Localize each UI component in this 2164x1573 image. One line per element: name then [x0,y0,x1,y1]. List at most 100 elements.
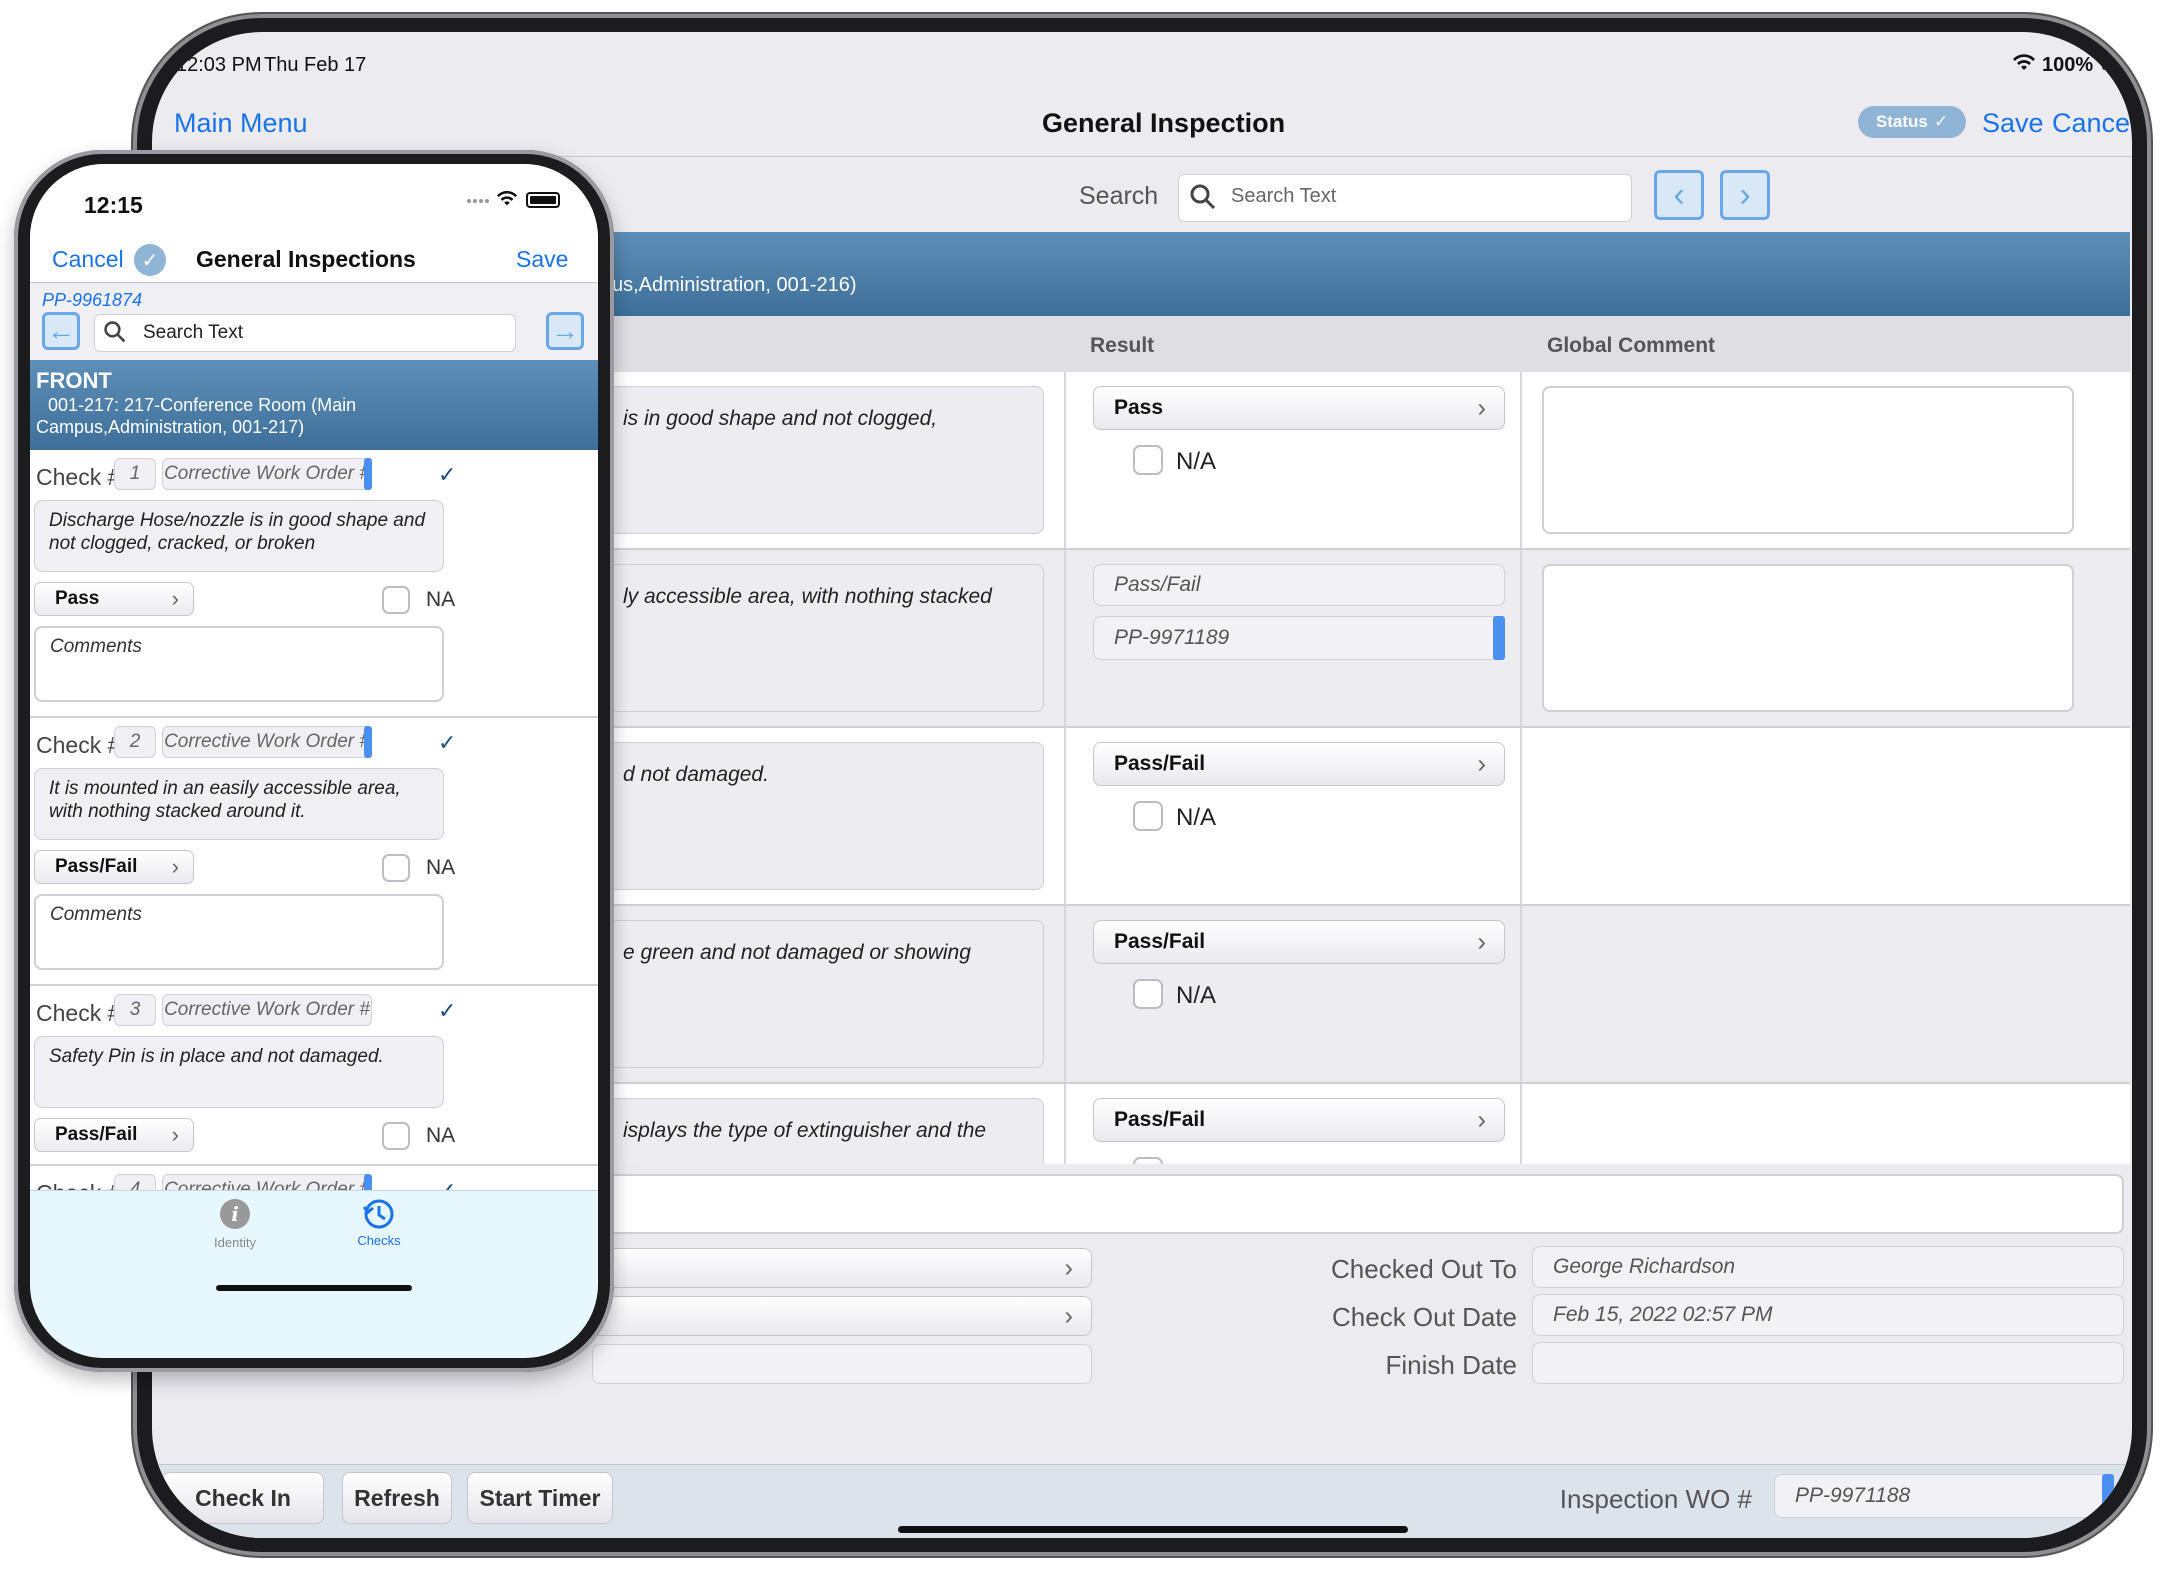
page-title: General Inspection [1042,108,1286,138]
tab-checks[interactable]: Checks [344,1197,414,1248]
form-select[interactable]: › [592,1296,1092,1336]
check-card: Check # 2 Corrective Work Order # ✓ It i… [30,718,598,992]
checked-out-to-field[interactable]: George Richardson [1532,1246,2124,1288]
na-checkbox[interactable] [382,854,410,882]
na-label: NA [426,856,456,879]
result-column-header: Result [1090,334,1155,357]
checkmark-icon: ✓ [438,1178,456,1190]
check-number-field: 4 [114,1174,156,1190]
na-checkbox[interactable] [1133,801,1163,831]
previous-arrow-button[interactable]: ‹ [1654,170,1704,220]
form-select[interactable]: › [592,1248,1092,1288]
lookup-indicator[interactable] [364,458,372,490]
na-label: N/A [1176,448,1217,475]
global-comment-field[interactable] [1542,564,2074,712]
section-header: FRONT 001-217: 217-Conference Room (Main… [30,360,598,450]
lookup-indicator[interactable] [2102,1474,2114,1518]
checkmark-icon: ✓ [438,462,457,487]
question-text: Safety Pin is in place and not damaged. [34,1036,444,1108]
lookup-indicator[interactable] [364,726,372,758]
na-checkbox[interactable] [382,1122,410,1150]
cancel-button[interactable]: Cancel [52,246,124,273]
result-select[interactable]: Pass › [34,582,194,616]
check-out-date-value: Feb 15, 2022 02:57 PM [1553,1303,1773,1326]
result-value: Pass [1114,396,1164,419]
finish-date-field[interactable] [1532,1342,2124,1384]
na-checkbox[interactable] [1133,445,1163,475]
search-icon [103,320,127,349]
arrow-right-icon: → [551,315,579,346]
refresh-button[interactable]: Refresh [342,1472,452,1524]
result-value: Pass/Fail [55,1124,138,1145]
column-divider [1064,372,1066,548]
form-field[interactable] [592,1344,1092,1384]
nav-divider [30,282,598,283]
search-input[interactable]: Search Text [1178,174,1632,222]
check-label: Check # [36,464,121,490]
check-in-button[interactable]: Check In [162,1472,324,1524]
global-comment-field[interactable] [1542,386,2074,534]
question-box: is in good shape and not clogged, [592,386,1044,534]
chevron-right-icon: › [1477,748,1486,779]
check-out-date-field[interactable]: Feb 15, 2022 02:57 PM [1532,1294,2124,1336]
corrective-work-order-field[interactable]: PP-9971189 [1093,616,1505,660]
save-button[interactable]: Save [516,246,568,273]
inspection-wo-field[interactable]: PP-9971188 [1774,1474,2114,1518]
status-toggle[interactable]: Status ✓ [1858,106,1966,138]
question-text: It is mounted in an easily accessible ar… [34,768,444,840]
inspection-wo-label: Inspection WO # [1559,1484,1752,1514]
corrective-work-order-field[interactable]: Corrective Work Order # [162,726,372,758]
column-divider [1064,550,1066,726]
na-label: N/A [1176,982,1217,1009]
cancel-button[interactable]: Cancel [2052,108,2132,139]
ipad-status-time: 12:03 PM [176,54,262,76]
main-menu-link[interactable]: Main Menu [174,108,308,139]
column-divider [1520,1084,1522,1164]
comments-field[interactable]: Comments [34,626,444,702]
check-card: Check # 3 Corrective Work Order # ✓ Safe… [30,986,598,1172]
search-icon [1189,183,1217,216]
status-check-toggle[interactable]: ✓ [134,244,166,276]
next-arrow-button[interactable]: → [546,312,584,350]
na-checkbox[interactable] [1133,1157,1163,1164]
na-checkbox[interactable] [1133,979,1163,1009]
save-button[interactable]: Save [1982,108,2044,139]
result-select[interactable]: Pass/Fail › [34,1118,194,1152]
previous-arrow-button[interactable]: ← [42,312,80,350]
comments-field[interactable]: Comments [34,894,444,970]
comments-field[interactable] [592,1174,2124,1234]
result-value: Pass [55,588,100,609]
corrective-work-order-field[interactable]: Corrective Work Order # [162,994,372,1026]
lookup-indicator[interactable] [1493,616,1505,660]
search-input[interactable]: Search Text [94,314,516,352]
chevron-right-icon: › [171,1122,179,1147]
ipad-status-date: Thu Feb 17 [264,54,367,76]
chevron-right-icon: › [171,854,179,879]
start-timer-button[interactable]: Start Timer [467,1472,613,1524]
result-select[interactable]: Pass/Fail [1093,564,1505,606]
checkmark-icon: ✓ [438,730,457,755]
result-select[interactable]: Pass/Fail › [1093,920,1505,964]
corrective-work-order-field[interactable]: Corrective Work Order # [162,458,372,490]
question-text: e green and not damaged or showing [623,941,971,964]
na-checkbox[interactable] [382,586,410,614]
result-value: Pass/Fail [1114,930,1206,953]
finish-date-label: Finish Date [1385,1350,1518,1380]
result-select[interactable]: Pass/Fail › [1093,1098,1505,1142]
iphone-device: 12:15 Cancel ✓ General Inspections Save … [14,150,614,1372]
tab-identity[interactable]: i Identity [200,1199,270,1250]
corrective-work-order-field[interactable]: Corrective Work Order # [162,1174,372,1190]
column-divider [1064,728,1066,904]
result-placeholder: Pass/Fail [1114,573,1201,596]
result-select[interactable]: Pass/Fail › [1093,742,1505,786]
question-text: Discharge Hose/nozzle is in good shape a… [34,500,444,572]
lookup-indicator[interactable] [364,1174,372,1190]
result-select[interactable]: Pass › [1093,386,1505,430]
next-arrow-button[interactable]: › [1720,170,1770,220]
column-divider [1064,906,1066,1082]
result-select[interactable]: Pass/Fail › [34,850,194,884]
checkmark-icon: ✓ [438,998,457,1023]
iphone-screen: 12:15 Cancel ✓ General Inspections Save … [30,164,598,1358]
column-divider [1520,372,1522,548]
page-title: General Inspections [196,246,416,272]
